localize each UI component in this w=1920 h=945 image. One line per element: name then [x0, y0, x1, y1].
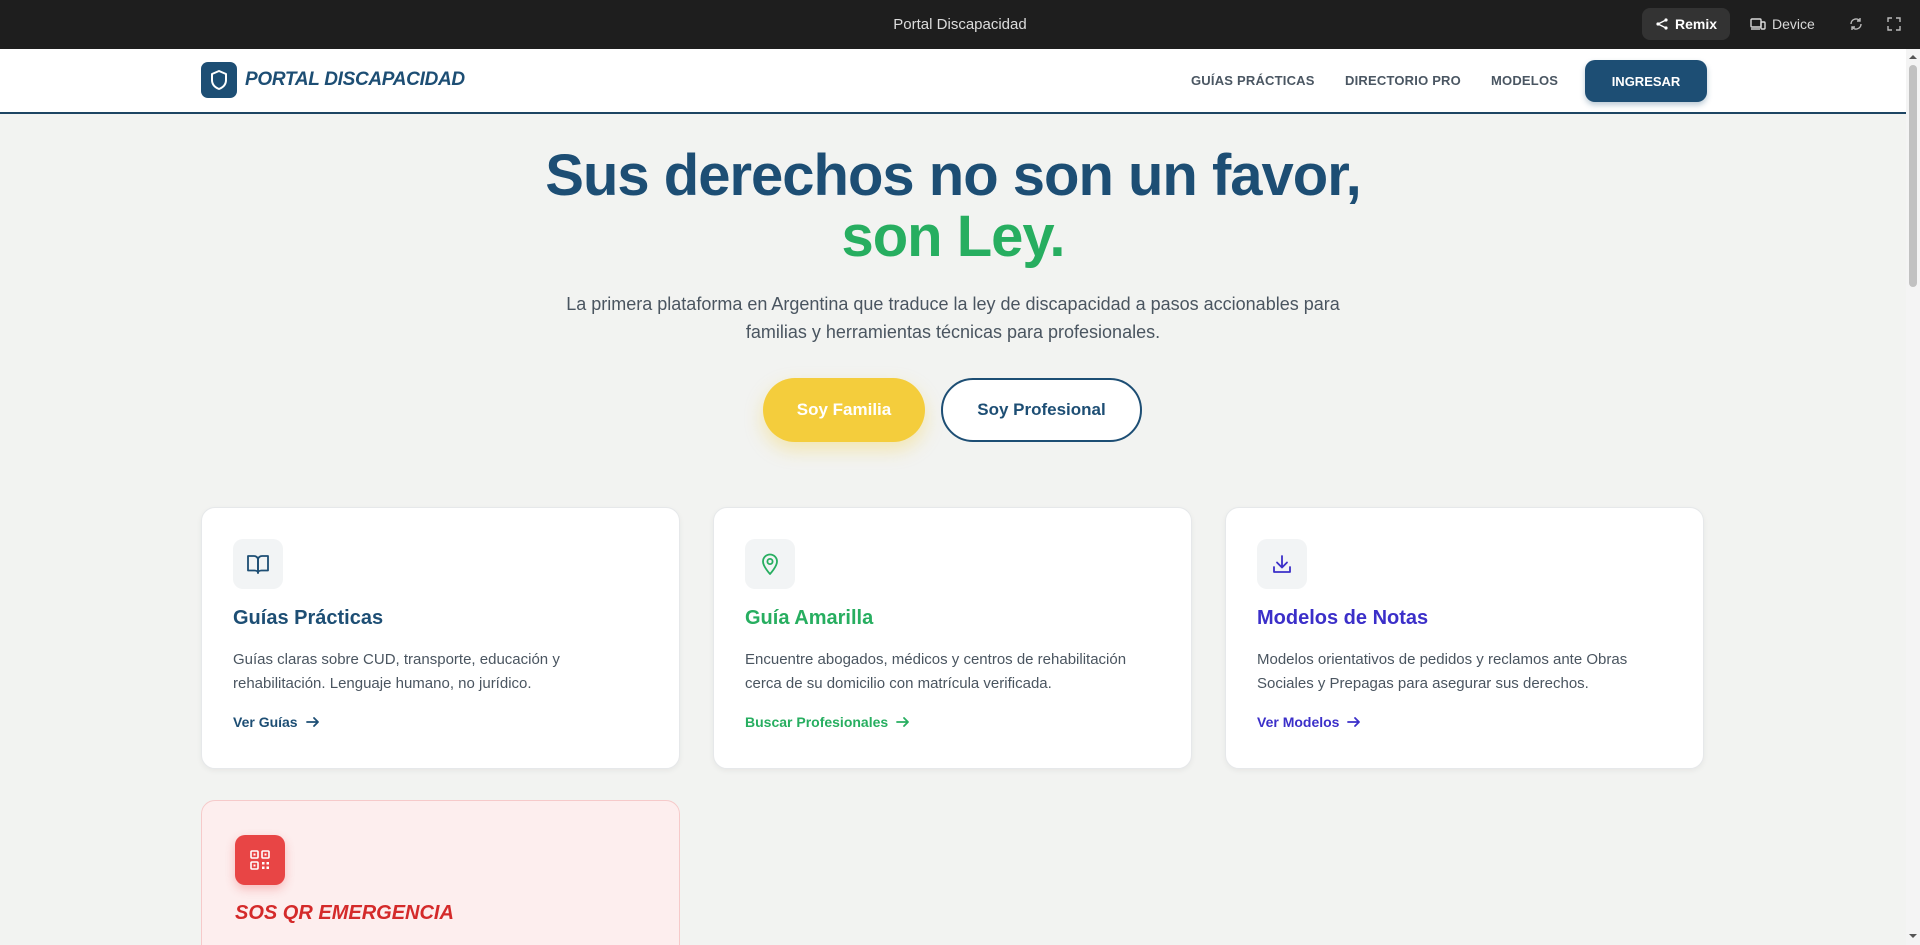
qr-code-icon — [235, 835, 285, 885]
card-description: Guías claras sobre CUD, transporte, educ… — [233, 651, 560, 692]
device-icon — [1750, 18, 1766, 30]
device-label: Device — [1772, 16, 1815, 32]
card-guia-amarilla[interactable]: Guía Amarilla Encuentre abogados, médico… — [713, 507, 1192, 769]
ver-guias-link[interactable]: Ver Guías — [233, 714, 320, 730]
browser-toolbar: Portal Discapacidad Remix Device — [0, 0, 1920, 49]
nav-link-modelos[interactable]: MODELOS — [1491, 73, 1558, 88]
scroll-thumb[interactable] — [1909, 65, 1917, 287]
arrow-right-icon — [896, 717, 910, 727]
arrow-right-icon — [1347, 717, 1361, 727]
hero-title-line1: Sus derechos no son un favor, — [545, 143, 1361, 208]
nav-link-directorio[interactable]: DIRECTORIO PRO — [1345, 73, 1461, 88]
device-button[interactable]: Device — [1750, 8, 1815, 40]
remix-label: Remix — [1674, 16, 1718, 32]
link-label: Ver Guías — [233, 714, 298, 730]
card-guias-practicas[interactable]: Guías Prácticas Guías claras sobre CUD, … — [201, 507, 680, 769]
shield-icon — [201, 62, 237, 98]
link-label: Buscar Profesionales — [745, 714, 889, 730]
download-icon — [1257, 539, 1307, 589]
login-button[interactable]: INGRESAR — [1585, 60, 1707, 102]
site-header: PORTAL DISCAPACIDAD GUÍAS PRÁCTICAS DIRE… — [0, 49, 1906, 114]
buscar-profesionales-link[interactable]: Buscar Profesionales — [745, 714, 910, 730]
hero-subtitle: La primera plataforma en Argentina que t… — [566, 294, 1340, 342]
ver-modelos-link[interactable]: Ver Modelos — [1257, 714, 1361, 730]
sos-title: SOS QR EMERGENCIA — [235, 902, 454, 924]
map-pin-icon — [745, 539, 795, 589]
card-sos-qr[interactable]: SOS QR EMERGENCIA — [201, 800, 680, 945]
brand-logo[interactable]: PORTAL DISCAPACIDAD — [201, 62, 465, 98]
card-modelos-notas[interactable]: Modelos de Notas Modelos orientativos de… — [1225, 507, 1704, 769]
professional-button[interactable]: Soy Profesional — [941, 378, 1142, 442]
scroll-up-icon[interactable] — [1908, 52, 1918, 62]
family-button[interactable]: Soy Familia — [763, 378, 925, 442]
nav-link-guias[interactable]: GUÍAS PRÁCTICAS — [1191, 73, 1315, 88]
page-scrollbar[interactable] — [1906, 49, 1920, 945]
hero-title-line2: son Ley. — [841, 204, 1066, 269]
card-title: Guías Prácticas — [233, 607, 384, 629]
fullscreen-button[interactable] — [1882, 12, 1906, 36]
card-title: Modelos de Notas — [1257, 607, 1429, 629]
link-label: Ver Modelos — [1257, 714, 1340, 730]
remix-button[interactable]: Remix — [1642, 8, 1730, 40]
refresh-icon — [1850, 18, 1862, 30]
card-description: Encuentre abogados, médicos y centros de… — [745, 651, 1127, 692]
refresh-button[interactable] — [1844, 12, 1868, 36]
scroll-down-icon[interactable] — [1908, 931, 1918, 941]
arrow-right-icon — [305, 717, 319, 727]
browser-tab-title: Portal Discapacidad — [893, 16, 1027, 33]
card-title: Guía Amarilla — [745, 607, 874, 629]
brand-name: PORTAL DISCAPACIDAD — [245, 69, 465, 90]
book-open-icon — [233, 539, 283, 589]
share-icon — [1656, 18, 1668, 30]
card-description: Modelos orientativos de pedidos y reclam… — [1257, 651, 1628, 692]
fullscreen-icon — [1887, 17, 1901, 31]
